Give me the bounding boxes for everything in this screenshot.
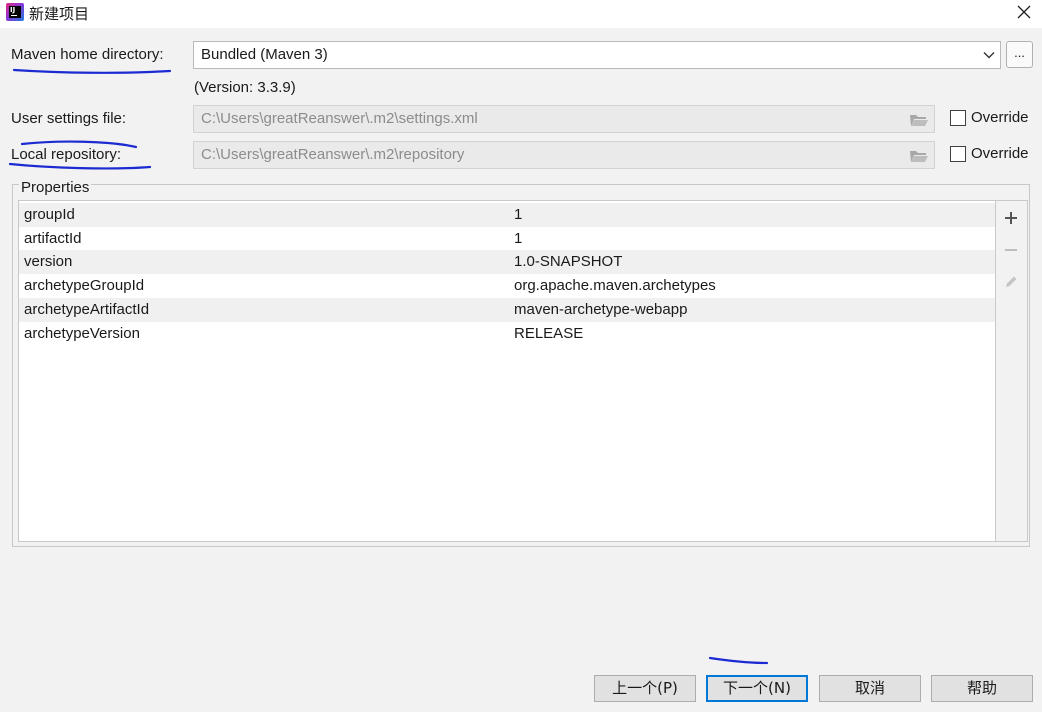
maven-home-value: Bundled (Maven 3) (201, 46, 328, 63)
chevron-down-icon[interactable] (982, 48, 996, 62)
property-value[interactable]: 1.0-SNAPSHOT (514, 253, 622, 270)
folder-icon[interactable] (909, 112, 929, 128)
intellij-app-icon: IJ (6, 3, 24, 21)
table-row[interactable]: archetypeArtifactId maven-archetype-weba… (19, 298, 995, 322)
table-row[interactable]: archetypeGroupId org.apache.maven.archet… (19, 274, 995, 298)
maven-home-select[interactable]: Bundled (Maven 3) (193, 41, 1001, 69)
close-icon[interactable] (1014, 2, 1034, 22)
cancel-button[interactable]: 取消 (819, 675, 921, 702)
property-value[interactable]: RELEASE (514, 325, 583, 342)
property-key: archetypeGroupId (24, 277, 145, 294)
table-row[interactable]: groupId 1 (19, 203, 995, 227)
next-button[interactable]: 下一个(N) (706, 675, 808, 702)
browse-button[interactable]: ... (1006, 41, 1033, 68)
local-repository-override-label[interactable]: Override (971, 145, 1029, 162)
properties-title: Properties (19, 179, 92, 196)
property-key: groupId (24, 206, 75, 223)
property-key: archetypeVersion (24, 325, 140, 342)
property-key: artifactId (24, 230, 82, 247)
maven-version-text: (Version: 3.3.9) (194, 79, 296, 96)
annotation-underline (8, 162, 152, 170)
table-row[interactable]: archetypeVersion RELEASE (19, 322, 995, 346)
user-settings-field[interactable]: C:\Users\greatReanswer\.m2\settings.xml (193, 105, 935, 133)
edit-icon[interactable] (1003, 274, 1019, 290)
local-repository-override-checkbox[interactable] (950, 146, 966, 162)
previous-button[interactable]: 上一个(P) (594, 675, 696, 702)
local-repository-value: C:\Users\greatReanswer\.m2\repository (201, 146, 465, 163)
add-icon[interactable] (1003, 210, 1019, 226)
property-value[interactable]: 1 (514, 206, 522, 223)
remove-icon[interactable] (1003, 242, 1019, 258)
user-settings-override-label[interactable]: Override (971, 109, 1029, 126)
window-title: 新建项目 (29, 6, 90, 23)
table-row[interactable]: artifactId 1 (19, 227, 995, 251)
property-key: archetypeArtifactId (24, 301, 150, 318)
folder-icon[interactable] (909, 148, 929, 164)
table-row[interactable]: version 1.0-SNAPSHOT (19, 250, 995, 274)
help-button[interactable]: 帮助 (931, 675, 1033, 702)
local-repository-label: Local repository: (11, 146, 122, 163)
user-settings-override-checkbox[interactable] (950, 110, 966, 126)
property-value[interactable]: org.apache.maven.archetypes (514, 277, 716, 294)
property-key: version (24, 253, 73, 270)
properties-table[interactable]: groupId 1 artifactId 1 version 1.0-SNAPS… (18, 200, 996, 542)
annotation-underline (708, 656, 769, 665)
property-value[interactable]: 1 (514, 230, 522, 247)
maven-home-label: Maven home directory: (11, 46, 164, 63)
properties-toolbar (996, 200, 1028, 542)
property-value[interactable]: maven-archetype-webapp (514, 301, 687, 318)
annotation-underline (12, 68, 172, 74)
title-bar: IJ 新建项目 (0, 0, 1042, 28)
local-repository-field[interactable]: C:\Users\greatReanswer\.m2\repository (193, 141, 935, 169)
user-settings-label: User settings file: (11, 110, 127, 127)
user-settings-value: C:\Users\greatReanswer\.m2\settings.xml (201, 110, 478, 127)
